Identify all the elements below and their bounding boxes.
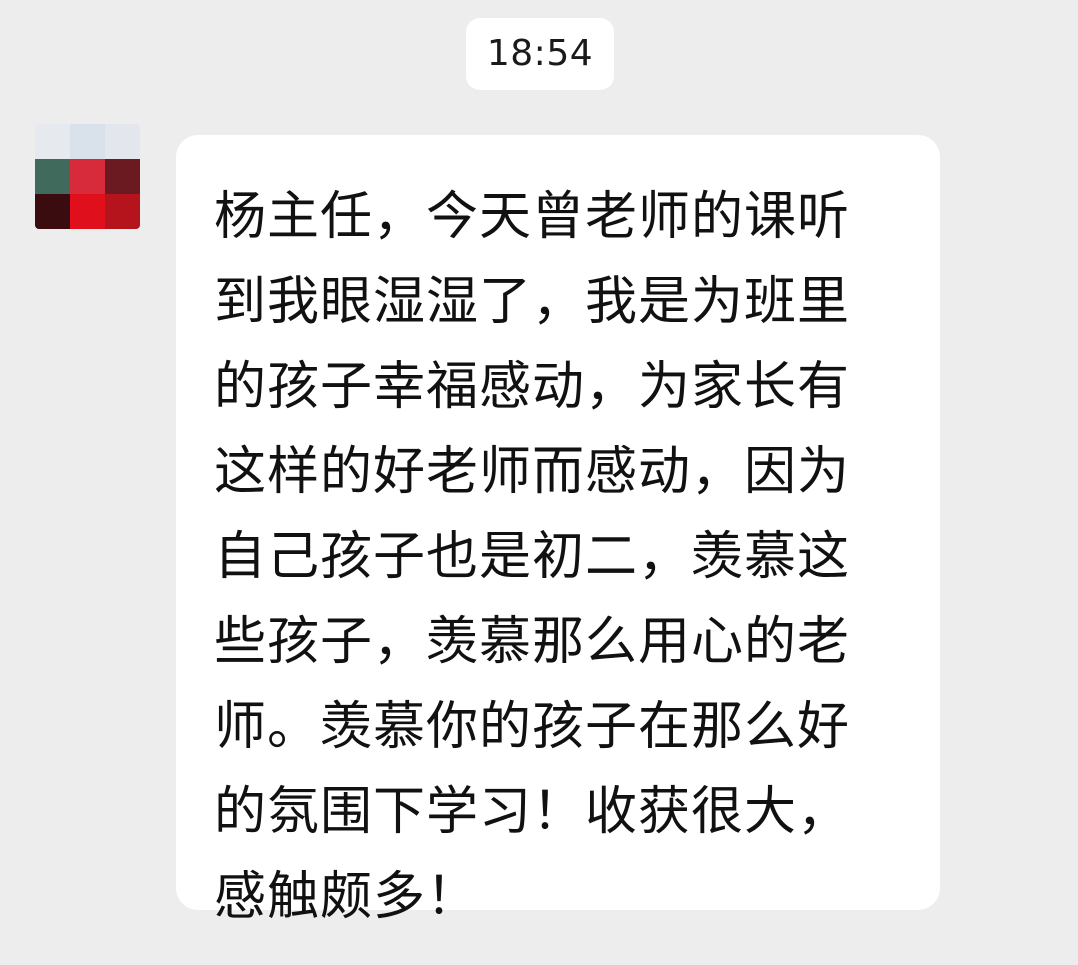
message-text-line: 到我眼湿湿了，我是为班里	[214, 272, 851, 332]
message-text-line: 的孩子幸福感动，为家长有	[214, 357, 851, 417]
avatar-pixel	[105, 124, 140, 159]
message-timestamp: 18:54	[466, 18, 614, 90]
avatar-pixel	[105, 159, 140, 194]
message-text-line: 杨主任，今天曾老师的课听	[214, 187, 851, 247]
message-text-line: 的氛围下学习！收获很大，	[214, 782, 851, 842]
avatar-pixel	[105, 194, 140, 229]
avatar-pixel	[35, 194, 70, 229]
chat-area: 18:54 杨主任，今天曾老师的课听 到我眼湿湿了，我是为班里 的孩子幸福感动，…	[0, 0, 1078, 965]
message-text-line: 师。羡慕你的孩子在那么好	[214, 697, 851, 757]
message-bubble[interactable]: 杨主任，今天曾老师的课听 到我眼湿湿了，我是为班里 的孩子幸福感动，为家长有 这…	[176, 135, 940, 927]
message-text-line: 这样的好老师而感动，因为	[214, 442, 851, 502]
avatar-pixel	[70, 194, 105, 229]
message-text-line: 感触颇多！	[214, 867, 480, 927]
message-text-line: 自己孩子也是初二，羡慕这	[214, 527, 851, 587]
avatar-pixel	[70, 159, 105, 194]
message-text-line: 些孩子，羡慕那么用心的老	[214, 612, 851, 672]
avatar-pixel	[70, 124, 105, 159]
avatar-pixel	[35, 124, 70, 159]
sender-avatar[interactable]	[35, 124, 140, 229]
avatar-pixel	[35, 159, 70, 194]
